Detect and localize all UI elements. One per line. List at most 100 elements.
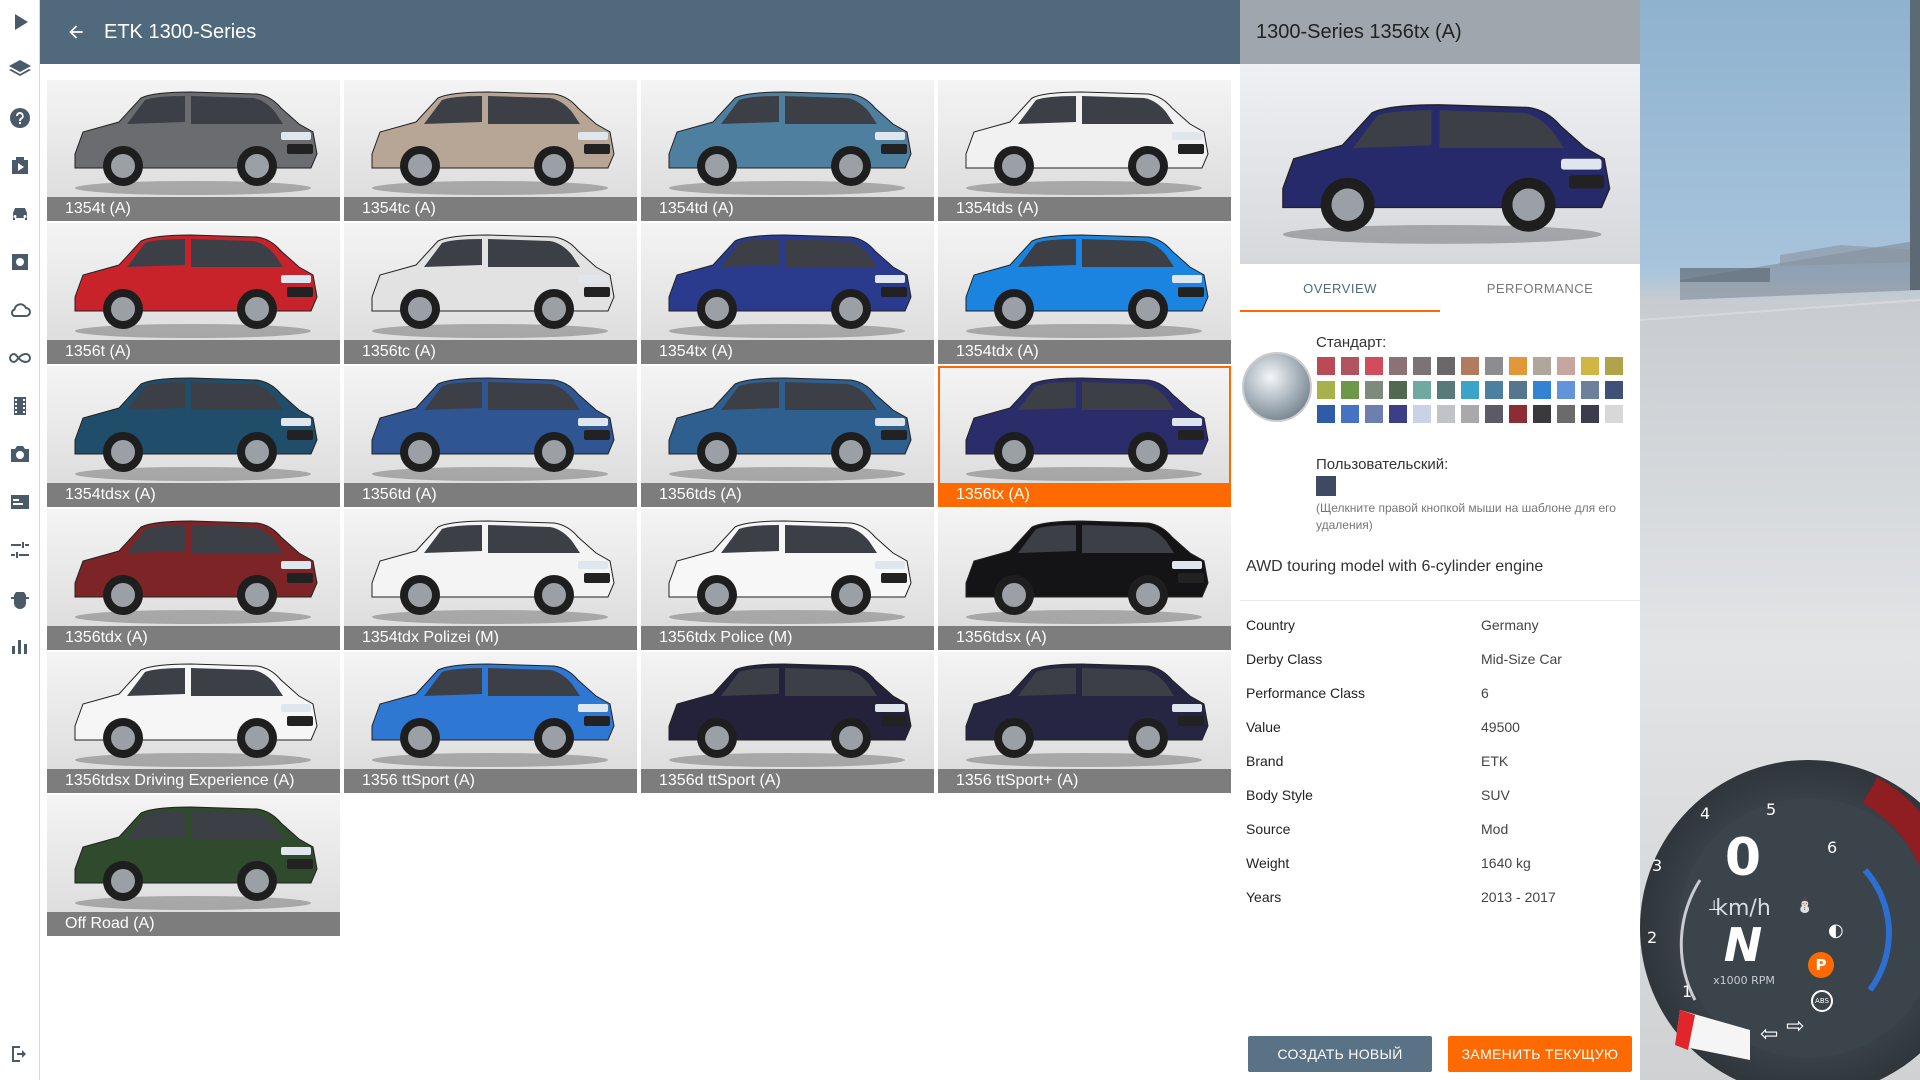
exit-icon[interactable] bbox=[6, 1040, 34, 1068]
vehicle-tile[interactable]: 1356d ttSport (A) bbox=[641, 652, 934, 793]
paint-swatch[interactable] bbox=[1604, 404, 1624, 424]
paint-swatch[interactable] bbox=[1412, 380, 1432, 400]
parking-brake-indicator: P bbox=[1808, 952, 1834, 978]
paint-swatch[interactable] bbox=[1580, 380, 1600, 400]
paint-swatch[interactable] bbox=[1556, 404, 1576, 424]
paint-swatch[interactable] bbox=[1460, 380, 1480, 400]
layers-icon[interactable] bbox=[6, 56, 34, 84]
car-icon[interactable] bbox=[6, 200, 34, 228]
play-icon[interactable] bbox=[6, 8, 34, 36]
vehicle-tile[interactable]: 1356 ttSport (A) bbox=[344, 652, 637, 793]
vehicle-thumbnail bbox=[358, 84, 623, 196]
settings-gear-icon[interactable] bbox=[6, 248, 34, 276]
speedometer-dial bbox=[1640, 760, 1920, 1080]
stats-icon[interactable] bbox=[6, 632, 34, 660]
spec-key: Performance Class bbox=[1246, 685, 1366, 701]
paint-swatch[interactable] bbox=[1508, 380, 1528, 400]
paint-swatch[interactable] bbox=[1508, 404, 1528, 424]
tab-performance[interactable]: PERFORMANCE bbox=[1440, 270, 1640, 312]
vehicle-tile[interactable]: 1354tdx (A) bbox=[938, 223, 1231, 364]
vehicle-tile[interactable]: 1356tdx (A) bbox=[47, 509, 340, 650]
paint-swatch[interactable] bbox=[1532, 356, 1552, 376]
vehicle-thumbnail bbox=[952, 370, 1217, 482]
scenario-icon[interactable] bbox=[6, 152, 34, 180]
paint-swatch[interactable] bbox=[1460, 404, 1480, 424]
vehicle-thumbnail bbox=[358, 370, 623, 482]
vehicle-tile-label: 1354tdsx (A) bbox=[47, 483, 340, 507]
rpm-tick: 1 bbox=[1682, 982, 1693, 1001]
ui-apps-icon[interactable] bbox=[6, 488, 34, 516]
paint-swatch[interactable] bbox=[1484, 356, 1504, 376]
paint-swatch[interactable] bbox=[1388, 404, 1408, 424]
vehicle-tile[interactable]: 1354tdx Polizei (M) bbox=[344, 509, 637, 650]
vehicle-tile[interactable]: 1354tds (A) bbox=[938, 80, 1231, 221]
vehicle-tile[interactable]: 1356td (A) bbox=[344, 366, 637, 507]
paint-swatch[interactable] bbox=[1460, 356, 1480, 376]
paint-swatch[interactable] bbox=[1316, 380, 1336, 400]
paint-swatch[interactable] bbox=[1604, 356, 1624, 376]
vehicle-tile-label: Off Road (A) bbox=[47, 912, 340, 936]
vehicle-tile-label: 1354tc (A) bbox=[344, 197, 637, 221]
vehicle-tile[interactable]: 1354td (A) bbox=[641, 80, 934, 221]
paint-swatch[interactable] bbox=[1508, 356, 1528, 376]
help-icon[interactable] bbox=[6, 104, 34, 132]
vehicle-tile[interactable]: 1354tx (A) bbox=[641, 223, 934, 364]
paint-swatch[interactable] bbox=[1484, 404, 1504, 424]
vehicle-thumbnail bbox=[952, 656, 1217, 768]
bug-icon[interactable] bbox=[6, 584, 34, 612]
sliders-icon[interactable] bbox=[6, 536, 34, 564]
camera-icon[interactable] bbox=[6, 440, 34, 468]
vehicle-tile-label: 1354tdx (A) bbox=[938, 340, 1231, 364]
paint-swatch[interactable] bbox=[1556, 356, 1576, 376]
paint-swatch[interactable] bbox=[1316, 404, 1336, 424]
paint-swatch[interactable] bbox=[1436, 356, 1456, 376]
infinity-icon[interactable] bbox=[6, 344, 34, 372]
paint-swatch[interactable] bbox=[1436, 380, 1456, 400]
vehicle-tile[interactable]: 1356tx (A) bbox=[938, 366, 1231, 507]
spawn-new-button[interactable]: СОЗДАТЬ НОВЫЙ bbox=[1248, 1036, 1432, 1072]
vehicle-thumbnail bbox=[655, 656, 920, 768]
paint-swatch[interactable] bbox=[1340, 404, 1360, 424]
vehicle-tile[interactable]: 1356tdsx (A) bbox=[938, 509, 1231, 650]
paint-swatch[interactable] bbox=[1340, 380, 1360, 400]
paint-swatch[interactable] bbox=[1580, 404, 1600, 424]
paint-swatch[interactable] bbox=[1364, 380, 1384, 400]
rpm-tick: 6 bbox=[1827, 838, 1838, 857]
vehicle-tile[interactable]: 1356tdsx Driving Experience (A) bbox=[47, 652, 340, 793]
paint-swatch[interactable] bbox=[1604, 380, 1624, 400]
paint-swatch[interactable] bbox=[1412, 404, 1432, 424]
tab-overview[interactable]: OVERVIEW bbox=[1240, 270, 1440, 312]
vehicle-tile[interactable]: 1356tc (A) bbox=[344, 223, 637, 364]
paint-swatch[interactable] bbox=[1340, 356, 1360, 376]
film-icon[interactable] bbox=[6, 392, 34, 420]
cloud-icon[interactable] bbox=[6, 296, 34, 324]
paint-swatch[interactable] bbox=[1364, 356, 1384, 376]
paint-swatch[interactable] bbox=[1436, 404, 1456, 424]
paint-swatch[interactable] bbox=[1532, 404, 1552, 424]
paint-swatch[interactable] bbox=[1580, 356, 1600, 376]
vehicle-tile[interactable]: 1356tds (A) bbox=[641, 366, 934, 507]
paint-swatch[interactable] bbox=[1532, 380, 1552, 400]
paint-swatch[interactable] bbox=[1388, 356, 1408, 376]
paint-swatch[interactable] bbox=[1484, 380, 1504, 400]
vehicle-tile[interactable]: Off Road (A) bbox=[47, 795, 340, 936]
vehicle-tile[interactable]: 1356 ttSport+ (A) bbox=[938, 652, 1231, 793]
vehicle-tile[interactable]: 1354tdsx (A) bbox=[47, 366, 340, 507]
vehicle-tile[interactable]: 1356tdx Police (M) bbox=[641, 509, 934, 650]
vehicle-tile[interactable]: 1354tc (A) bbox=[344, 80, 637, 221]
paint-swatch[interactable] bbox=[1388, 380, 1408, 400]
paint-swatch[interactable] bbox=[1364, 404, 1384, 424]
custom-paint-swatch[interactable] bbox=[1316, 476, 1336, 496]
replace-current-button[interactable]: ЗАМЕНИТЬ ТЕКУЩУЮ bbox=[1448, 1036, 1632, 1072]
divider bbox=[1240, 600, 1640, 601]
back-button[interactable] bbox=[66, 20, 90, 44]
temperature-icon: ⊥ bbox=[1708, 898, 1721, 914]
vehicle-tile[interactable]: 1354t (A) bbox=[47, 80, 340, 221]
paint-preview-sphere[interactable] bbox=[1242, 352, 1312, 422]
vehicle-tile[interactable]: 1356t (A) bbox=[47, 223, 340, 364]
spec-value: SUV bbox=[1481, 787, 1510, 803]
paint-swatch[interactable] bbox=[1412, 356, 1432, 376]
paint-swatch[interactable] bbox=[1316, 356, 1336, 376]
vehicle-tile-label: 1354tdx Polizei (M) bbox=[344, 626, 637, 650]
paint-swatch[interactable] bbox=[1556, 380, 1576, 400]
